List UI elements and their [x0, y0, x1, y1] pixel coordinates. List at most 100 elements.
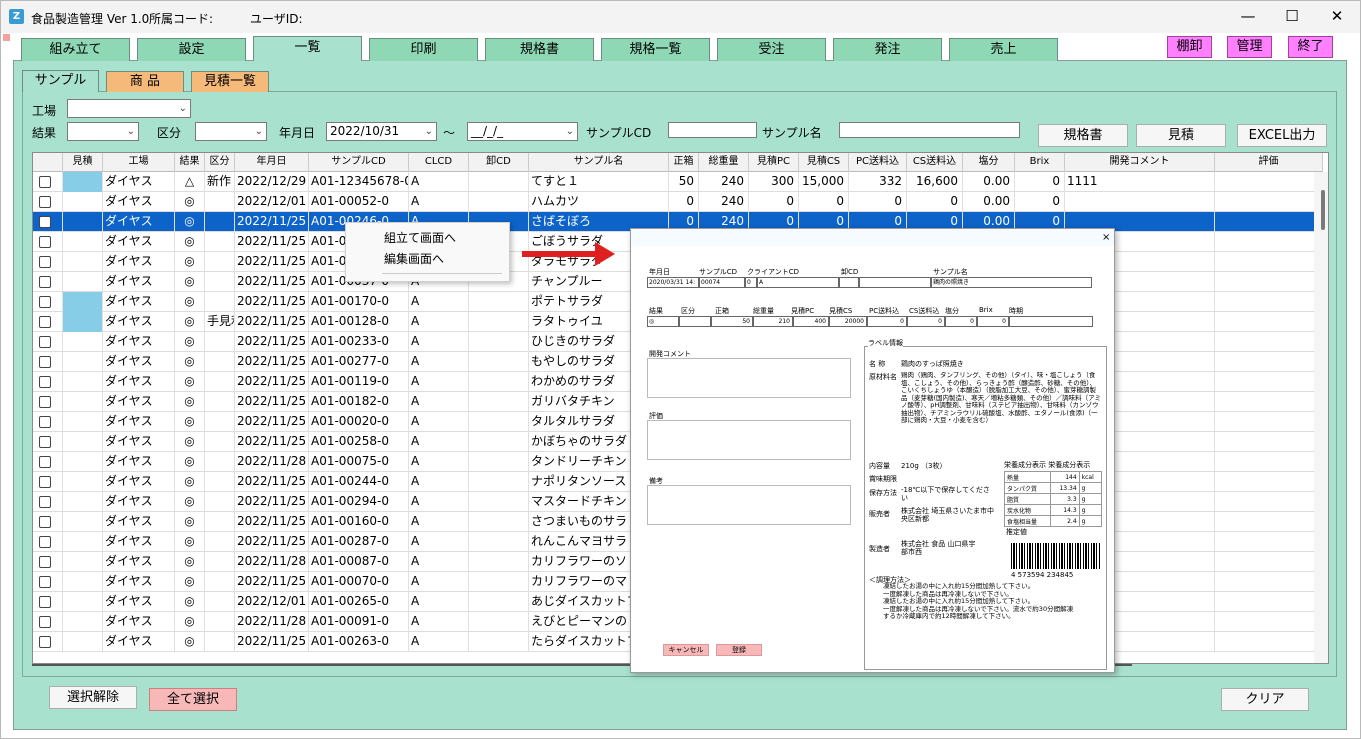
dlg-v2-field[interactable]: 0: [867, 316, 907, 327]
col-header-2[interactable]: 工場: [103, 153, 175, 172]
vertical-scrollbar[interactable]: [1314, 172, 1328, 663]
row-checkbox-cell[interactable]: [33, 392, 63, 412]
subtab-estimate-list[interactable]: 見積一覧: [191, 71, 269, 92]
row-checkbox-cell[interactable]: [33, 492, 63, 512]
select-all-button[interactable]: 全て選択: [149, 688, 237, 711]
dlg-date-field[interactable]: 2020/03/31 14:: [647, 277, 699, 288]
dlg-client-cd-field[interactable]: 0: [745, 277, 757, 288]
exit-button[interactable]: 終了: [1288, 36, 1333, 58]
dialog-close-button[interactable]: ×: [1102, 232, 1110, 243]
tab-5[interactable]: 規格一覧: [601, 38, 710, 61]
dlg-v2-field[interactable]: ◎: [647, 316, 679, 327]
dlg-v2-field[interactable]: 400: [793, 316, 829, 327]
row-checkbox[interactable]: [39, 176, 51, 188]
dlg-v2-field[interactable]: 210: [753, 316, 793, 327]
col-header-12[interactable]: 見積PC: [749, 153, 799, 172]
row-checkbox[interactable]: [39, 236, 51, 248]
dlg-v2-field[interactable]: 20000: [829, 316, 867, 327]
row-checkbox[interactable]: [39, 456, 51, 468]
row-checkbox-cell[interactable]: [33, 472, 63, 492]
col-header-6[interactable]: サンプルCD: [309, 153, 409, 172]
tab-1[interactable]: 設定: [137, 38, 246, 61]
close-button[interactable]: ✕: [1314, 1, 1360, 33]
spec-button[interactable]: 規格書: [1038, 124, 1128, 147]
menu-item-assembly[interactable]: 組立て画面へ: [384, 229, 456, 246]
row-checkbox-cell[interactable]: [33, 192, 63, 212]
row-checkbox-cell[interactable]: [33, 632, 63, 652]
col-header-19[interactable]: 評価: [1215, 153, 1323, 172]
row-checkbox-cell[interactable]: [33, 272, 63, 292]
dlg-dev-comment-field[interactable]: [647, 358, 851, 398]
row-checkbox[interactable]: [39, 416, 51, 428]
tab-7[interactable]: 発注: [833, 38, 942, 61]
tab-6[interactable]: 受注: [717, 38, 826, 61]
table-row[interactable]: ダイヤス ◎ 2022/12/01 A01-00052-0 A ハムカツ 0 240 0 0 0 0 0…: [33, 192, 1323, 212]
row-checkbox-cell[interactable]: [33, 332, 63, 352]
col-header-9[interactable]: サンプル名: [529, 153, 669, 172]
row-checkbox[interactable]: [39, 596, 51, 608]
col-header-7[interactable]: CLCD: [409, 153, 469, 172]
row-checkbox[interactable]: [39, 536, 51, 548]
dlg-wholesale-field[interactable]: [839, 277, 859, 288]
row-checkbox[interactable]: [39, 636, 51, 648]
row-checkbox[interactable]: [39, 496, 51, 508]
factory-select[interactable]: ⌄: [67, 99, 191, 118]
row-checkbox[interactable]: [39, 336, 51, 348]
col-header-8[interactable]: 卸CD: [469, 153, 529, 172]
col-header-0[interactable]: [33, 153, 63, 172]
row-checkbox-cell[interactable]: [33, 252, 63, 272]
col-header-15[interactable]: CS送料込: [907, 153, 963, 172]
row-checkbox-cell[interactable]: [33, 452, 63, 472]
col-header-17[interactable]: Brix: [1015, 153, 1065, 172]
tab-2[interactable]: 一覧: [253, 36, 362, 61]
row-checkbox-cell[interactable]: [33, 372, 63, 392]
dlg-v2-field[interactable]: [679, 316, 711, 327]
row-checkbox-cell[interactable]: [33, 572, 63, 592]
subtab-product[interactable]: 商 品: [106, 71, 184, 92]
row-checkbox[interactable]: [39, 556, 51, 568]
result-select[interactable]: ⌄: [67, 122, 139, 141]
date-to-input[interactable]: __/_/_ ⌄: [467, 122, 578, 141]
deselect-button[interactable]: 選択解除: [49, 686, 137, 709]
sample-cd-input[interactable]: [668, 122, 757, 138]
dlg-v2-field[interactable]: [1009, 316, 1093, 327]
row-checkbox-cell[interactable]: [33, 532, 63, 552]
row-checkbox[interactable]: [39, 516, 51, 528]
row-checkbox-cell[interactable]: [33, 292, 63, 312]
clear-button[interactable]: クリア: [1221, 688, 1309, 711]
row-checkbox[interactable]: [39, 356, 51, 368]
estimate-button[interactable]: 見積: [1136, 124, 1226, 147]
row-checkbox-cell[interactable]: [33, 232, 63, 252]
tab-0[interactable]: 組み立て: [21, 38, 130, 61]
excel-export-button[interactable]: EXCEL出力: [1237, 124, 1327, 147]
col-header-14[interactable]: PC送料込: [849, 153, 907, 172]
col-header-10[interactable]: 正箱: [669, 153, 699, 172]
dlg-v2-field[interactable]: 50: [711, 316, 753, 327]
row-checkbox-cell[interactable]: [33, 352, 63, 372]
row-checkbox-cell[interactable]: [33, 172, 63, 192]
row-checkbox-cell[interactable]: [33, 312, 63, 332]
col-header-3[interactable]: 結果: [175, 153, 205, 172]
row-checkbox[interactable]: [39, 316, 51, 328]
dlg-blank-field[interactable]: [859, 277, 931, 288]
table-row[interactable]: ダイヤス △ 新作 2022/12/29 A01-12345678-0 A てすと１ 50 24…: [33, 172, 1323, 192]
row-checkbox-cell[interactable]: [33, 612, 63, 632]
dlg-v2-field[interactable]: 0: [945, 316, 977, 327]
tab-8[interactable]: 売上: [949, 38, 1058, 61]
row-checkbox-cell[interactable]: [33, 592, 63, 612]
maximize-button[interactable]: ☐: [1269, 1, 1315, 33]
minimize-button[interactable]: —: [1225, 1, 1271, 33]
row-checkbox[interactable]: [39, 476, 51, 488]
inventory-button[interactable]: 棚卸: [1167, 36, 1212, 58]
row-checkbox[interactable]: [39, 376, 51, 388]
subtab-sample[interactable]: サンプル: [22, 70, 99, 92]
row-checkbox[interactable]: [39, 196, 51, 208]
row-checkbox[interactable]: [39, 436, 51, 448]
tab-4[interactable]: 規格書: [485, 38, 594, 61]
dlg-register-button[interactable]: 登録: [716, 644, 762, 656]
date-from-input[interactable]: 2022/10/31 ⌄: [326, 122, 437, 141]
dlg-note-field[interactable]: [647, 485, 851, 525]
dlg-v2-field[interactable]: 0: [977, 316, 1009, 327]
sample-name-input[interactable]: [839, 122, 1020, 138]
dlg-v2-field[interactable]: 0: [907, 316, 945, 327]
